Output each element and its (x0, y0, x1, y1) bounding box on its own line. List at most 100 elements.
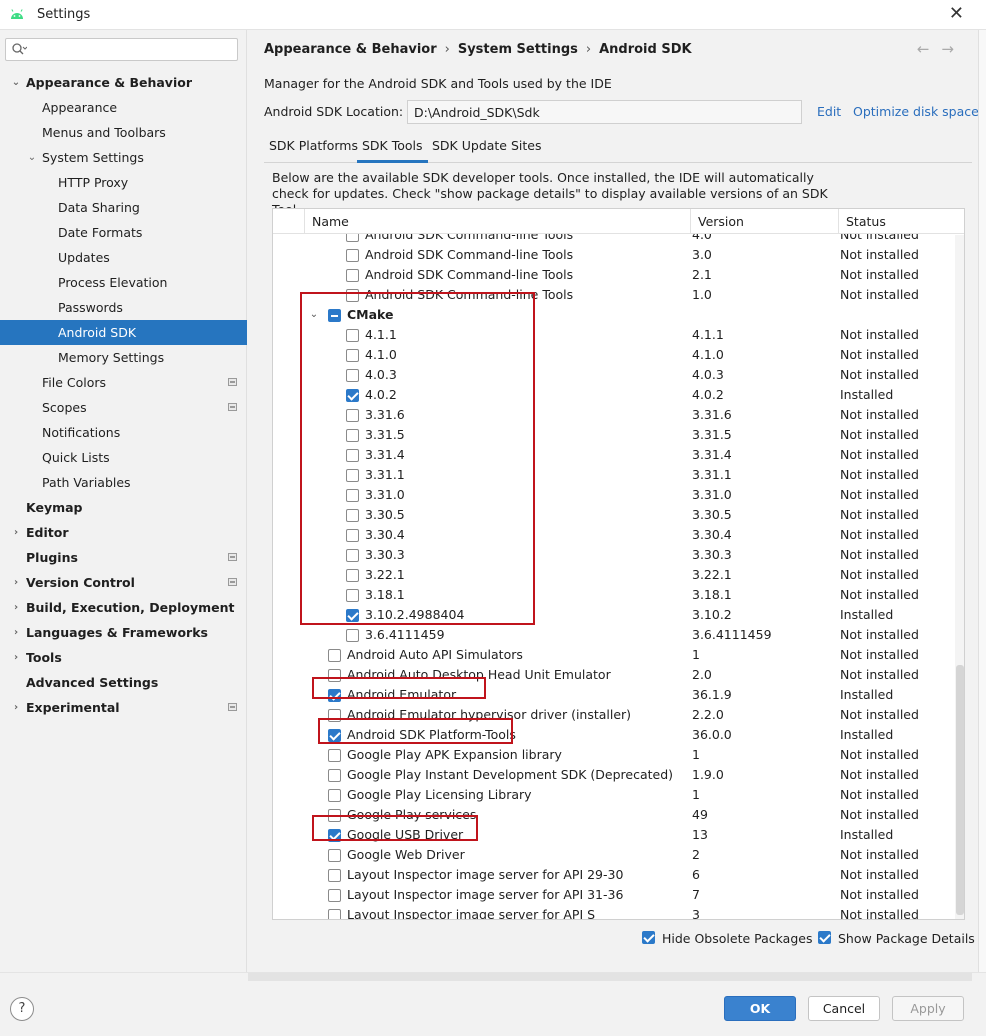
sidebar-item-label: Advanced Settings (26, 675, 159, 690)
package-name: Layout Inspector image server for API S (347, 907, 596, 920)
search-box[interactable] (5, 38, 238, 61)
sdk-location-field[interactable]: D:\Android_SDK\Sdk (407, 100, 802, 124)
sidebar-item[interactable]: › Tools (0, 645, 247, 670)
sidebar-item[interactable]: Appearance (0, 95, 247, 120)
sidebar-item[interactable]: › Editor (0, 520, 247, 545)
sidebar-item[interactable]: Updates (0, 245, 247, 270)
chevron-right-icon[interactable]: › (10, 520, 22, 545)
sidebar-item[interactable]: File Colors (0, 370, 247, 395)
package-checkbox[interactable] (328, 869, 341, 882)
sidebar-item[interactable]: Date Formats (0, 220, 247, 245)
package-checkbox[interactable] (328, 749, 341, 762)
table-row[interactable]: Google Web Driver 2 Not installed (273, 845, 953, 865)
hide-obsolete-checkbox[interactable] (642, 931, 655, 944)
sidebar-item[interactable]: Quick Lists (0, 445, 247, 470)
table-row[interactable]: Layout Inspector image server for API S 3… (273, 905, 953, 920)
close-icon[interactable]: ✕ (949, 3, 964, 24)
package-version: 2.1 (692, 267, 712, 282)
chevron-down-icon[interactable]: ⌄ (26, 145, 38, 170)
sidebar-item[interactable]: Path Variables (0, 470, 247, 495)
chevron-right-icon[interactable]: › (10, 695, 22, 720)
package-checkbox[interactable] (328, 789, 341, 802)
window-edge (978, 30, 986, 972)
package-version: 1 (692, 787, 700, 802)
chevron-down-icon[interactable]: ⌄ (10, 70, 22, 95)
sidebar-item[interactable]: Plugins (0, 545, 247, 570)
header-version[interactable]: Version (690, 209, 838, 234)
sidebar-item-label: Date Formats (58, 225, 143, 240)
package-checkbox[interactable] (346, 629, 359, 642)
back-arrow-icon[interactable]: ← (917, 40, 942, 58)
tab-sdk-update-sites[interactable]: SDK Update Sites (427, 133, 547, 163)
sidebar-item[interactable]: Data Sharing (0, 195, 247, 220)
optimize-disk-space-link[interactable]: Optimize disk space (853, 104, 979, 119)
chevron-right-icon[interactable]: › (10, 620, 22, 645)
sidebar-item[interactable]: Scopes (0, 395, 247, 420)
search-input[interactable] (28, 41, 233, 58)
package-checkbox[interactable] (328, 909, 341, 919)
sidebar-item[interactable]: › Build, Execution, Deployment (0, 595, 247, 620)
package-status: Not installed (840, 487, 919, 502)
table-row[interactable]: Layout Inspector image server for API 31… (273, 885, 953, 905)
sidebar-item-label: File Colors (42, 375, 107, 390)
sidebar-item[interactable]: Advanced Settings (0, 670, 247, 695)
tab-sdk-tools[interactable]: SDK Tools (357, 133, 428, 163)
cancel-button[interactable]: Cancel (808, 996, 880, 1021)
tab-sdk-platforms[interactable]: SDK Platforms (264, 133, 363, 163)
sidebar-item[interactable]: › Languages & Frameworks (0, 620, 247, 645)
package-name: Layout Inspector image server for API 29… (347, 867, 624, 882)
sidebar-item[interactable]: Android SDK (0, 320, 247, 345)
header-name[interactable]: Name (304, 209, 690, 234)
sidebar-item[interactable]: HTTP Proxy (0, 170, 247, 195)
package-version: 3.6.4111459 (692, 627, 772, 642)
sidebar-item-label: Experimental (26, 700, 120, 715)
package-status: Not installed (840, 887, 919, 902)
package-status: Not installed (840, 707, 919, 722)
table-row[interactable]: Android SDK Command-line Tools 3.0 Not ins… (273, 245, 953, 265)
package-status: Not installed (840, 247, 919, 262)
package-version: 1 (692, 747, 700, 762)
show-details-checkbox[interactable] (818, 931, 831, 944)
apply-button[interactable]: Apply (892, 996, 964, 1021)
header-status[interactable]: Status (838, 209, 964, 234)
sidebar-item[interactable]: ⌄ System Settings (0, 145, 247, 170)
package-status: Installed (840, 727, 894, 742)
table-scrollbar[interactable] (955, 235, 964, 919)
package-status: Installed (840, 387, 894, 402)
sidebar-item[interactable]: › Version Control (0, 570, 247, 595)
package-checkbox[interactable] (328, 649, 341, 662)
package-checkbox[interactable] (328, 849, 341, 862)
chevron-right-icon[interactable]: › (10, 595, 22, 620)
sidebar-item-label: Memory Settings (58, 350, 165, 365)
forward-arrow-icon[interactable]: → (941, 40, 966, 58)
sidebar-item[interactable]: › Experimental (0, 695, 247, 720)
table-row[interactable]: Google Play APK Expansion library 1 Not in… (273, 745, 953, 765)
sidebar-item[interactable]: Menus and Toolbars (0, 120, 247, 145)
edit-link[interactable]: Edit (817, 104, 841, 119)
package-checkbox[interactable] (346, 269, 359, 282)
package-version: 3.10.2 (692, 607, 732, 622)
chevron-right-icon[interactable]: › (10, 570, 22, 595)
table-row[interactable]: Android SDK Command-line Tools 2.1 Not ins… (273, 265, 953, 285)
package-checkbox[interactable] (346, 249, 359, 262)
sidebar-item[interactable]: Passwords (0, 295, 247, 320)
scrollbar-thumb[interactable] (956, 665, 964, 915)
package-checkbox[interactable] (328, 889, 341, 902)
table-row[interactable]: Layout Inspector image server for API 29… (273, 865, 953, 885)
sidebar-item[interactable]: Notifications (0, 420, 247, 445)
table-row[interactable]: Android Auto API Simulators 1 Not installe… (273, 645, 953, 665)
help-icon[interactable]: ? (10, 997, 34, 1021)
package-checkbox[interactable] (328, 769, 341, 782)
sidebar-item[interactable]: Keymap (0, 495, 247, 520)
ok-button[interactable]: OK (724, 996, 796, 1021)
table-row[interactable]: Google Play Instant Development SDK (Dep… (273, 765, 953, 785)
table-row[interactable]: 3.6.4111459 3.6.4111459 Not installed (273, 625, 953, 645)
chevron-right-icon[interactable]: › (10, 645, 22, 670)
project-scope-icon (228, 578, 237, 586)
sidebar-item[interactable]: Process Elevation (0, 270, 247, 295)
sidebar-item[interactable]: ⌄ Appearance & Behavior (0, 70, 247, 95)
sidebar-item[interactable]: Memory Settings (0, 345, 247, 370)
breadcrumb-separator: › (444, 42, 450, 57)
sidebar-item-label: Editor (26, 525, 69, 540)
table-row[interactable]: Google Play Licensing Library 1 Not instal… (273, 785, 953, 805)
